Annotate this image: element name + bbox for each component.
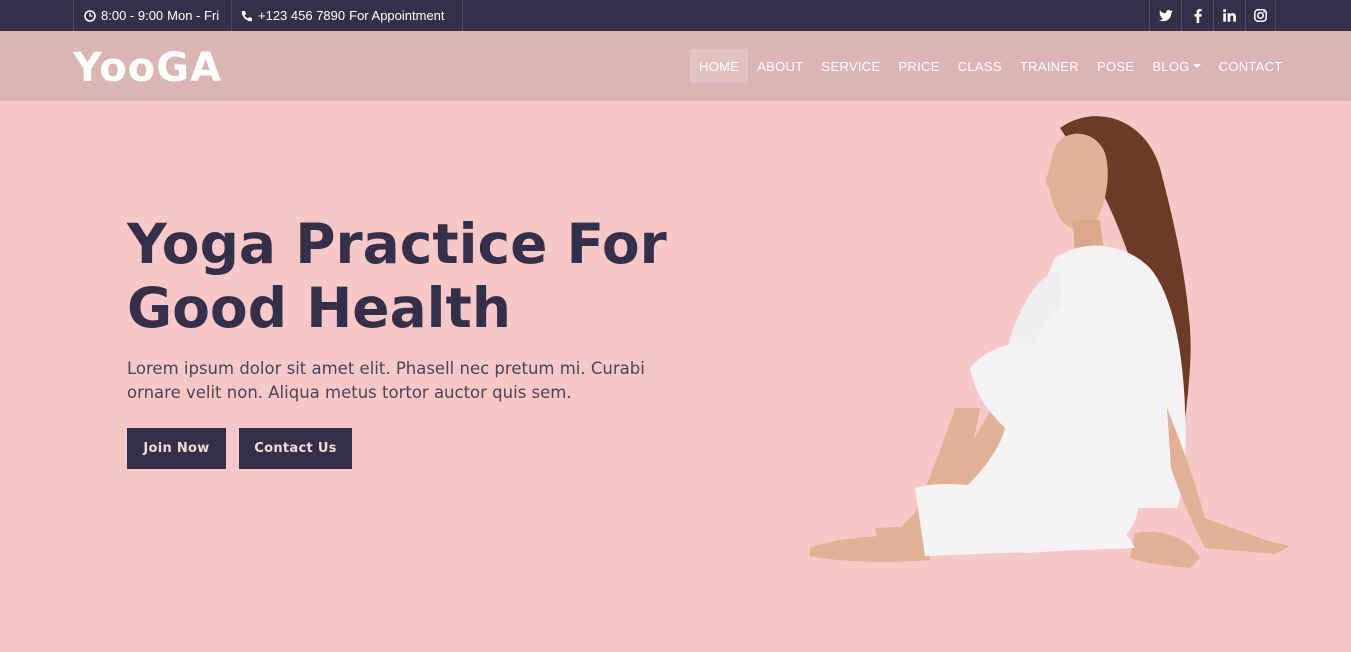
hero-title: Yoga Practice For Good Health <box>127 212 687 340</box>
hero-title-line-2: Good Health <box>127 276 511 340</box>
hours-text: 8:00 - 9:00 <box>101 8 164 23</box>
main-menu: HOME ABOUT SERVICE PRICE CLASS TRAINER P… <box>690 49 1292 83</box>
join-now-button[interactable]: Join Now <box>127 428 226 469</box>
phone-note: For Appointment <box>349 8 445 23</box>
linkedin-icon[interactable] <box>1213 0 1245 31</box>
hero-title-line-1: Yoga Practice For <box>127 212 667 276</box>
nav-item-price[interactable]: PRICE <box>889 49 948 83</box>
hero-description: Lorem ipsum dolor sit amet elit. Phasell… <box>127 359 645 402</box>
social-links <box>1149 0 1276 31</box>
phone-info[interactable]: +123 456 7890 For Appointment <box>231 0 463 31</box>
facebook-icon[interactable] <box>1181 0 1213 31</box>
yoga-woman-image <box>810 116 1290 568</box>
contact-us-button[interactable]: Contact Us <box>239 428 352 469</box>
opening-hours: 8:00 - 9:00 Mon - Fri <box>73 0 232 31</box>
nav-item-trainer[interactable]: TRAINER <box>1011 49 1088 83</box>
instagram-icon[interactable] <box>1245 0 1276 31</box>
nav-item-pose[interactable]: POSE <box>1088 49 1143 83</box>
days-text: Mon - Fri <box>167 8 220 23</box>
nav-item-about[interactable]: ABOUT <box>748 49 812 83</box>
twitter-icon[interactable] <box>1149 0 1181 31</box>
nav-item-contact[interactable]: CONTACT <box>1210 49 1292 83</box>
phone-number: +123 456 7890 <box>258 8 346 23</box>
nav-item-blog[interactable]: BLOG <box>1143 49 1209 83</box>
clock-icon <box>84 9 96 22</box>
main-navbar: YooGA HOME ABOUT SERVICE PRICE CLASS TRA… <box>0 31 1351 101</box>
phone-icon <box>241 10 252 21</box>
nav-item-service[interactable]: SERVICE <box>813 49 890 83</box>
chevron-down-icon <box>1192 64 1201 68</box>
site-logo[interactable]: YooGA <box>73 45 222 91</box>
top-bar: 8:00 - 9:00 Mon - Fri +123 456 7890 For … <box>0 0 1351 31</box>
nav-item-home[interactable]: HOME <box>690 49 749 83</box>
nav-item-blog-label: BLOG <box>1152 58 1190 74</box>
nav-item-class[interactable]: CLASS <box>949 49 1011 83</box>
